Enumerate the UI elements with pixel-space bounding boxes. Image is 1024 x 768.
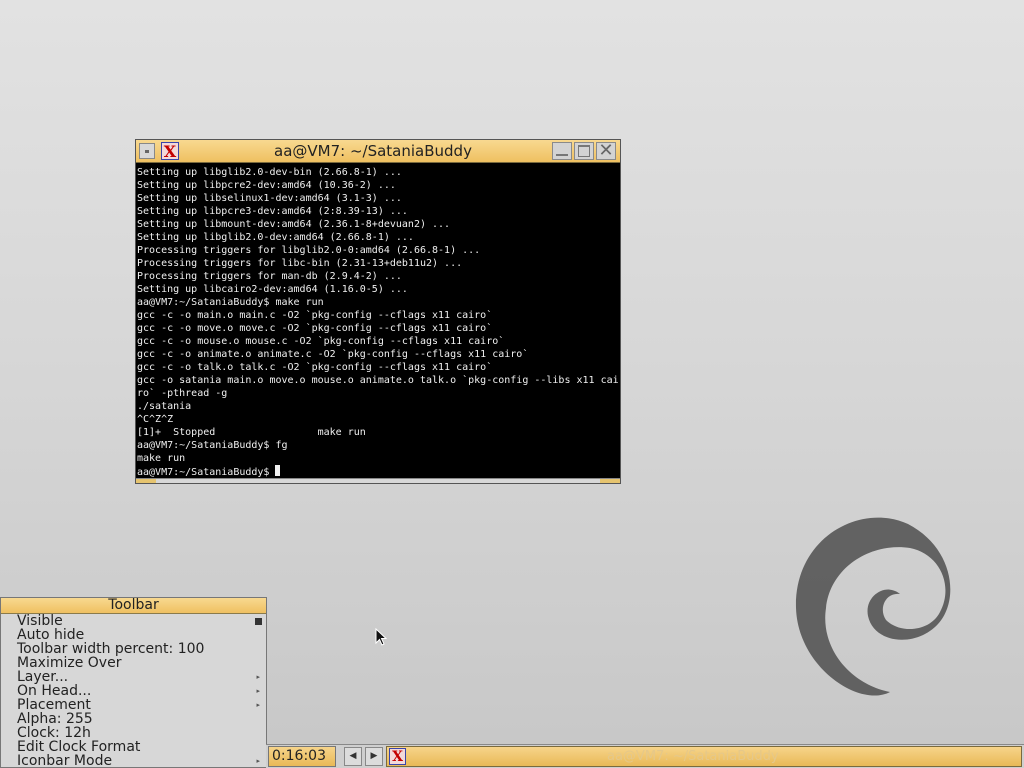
menu-item[interactable]: Placement ▸ [1, 698, 266, 712]
menu-title: Toolbar [1, 598, 266, 614]
text-cursor [275, 465, 281, 476]
menu-item[interactable]: Layer... ▸ [1, 670, 266, 684]
terminal-line: ro` -pthread -g [137, 388, 228, 399]
terminal-line: Setting up libcairo2-dev:amd64 (1.16.0-5… [137, 284, 408, 295]
terminal-line: make run [137, 453, 186, 464]
menu-item[interactable]: On Head... ▸ [1, 684, 266, 698]
checked-icon [255, 618, 262, 625]
menu-item[interactable]: Auto hide [1, 628, 266, 642]
iconbar[interactable]: X aa@VM7: ~/SataniaBuddy [386, 746, 1022, 767]
debian-swirl-logo [795, 517, 951, 696]
menu-item[interactable]: Visible [1, 614, 266, 628]
terminal-line: aa@VM7:~/SataniaBuddy$ fg [137, 440, 288, 451]
resize-grip-right[interactable] [600, 479, 620, 483]
terminal-line: Setting up libglib2.0-dev:amd64 (2.66.8-… [137, 232, 414, 243]
terminal-window[interactable]: X aa@VM7: ~/SataniaBuddy ✕ Setting up li… [135, 139, 621, 484]
terminal-line: Processing triggers for libglib2.0-0:amd… [137, 245, 481, 256]
menu-item[interactable]: Toolbar width percent: 100 [1, 642, 266, 656]
terminal-titlebar[interactable]: X aa@VM7: ~/SataniaBuddy ✕ [136, 140, 620, 163]
task-label[interactable]: aa@VM7: ~/SataniaBuddy [607, 749, 779, 765]
resize-grip-left[interactable] [136, 479, 156, 483]
submenu-arrow-icon: ▸ [256, 701, 260, 709]
maximize-button[interactable] [574, 142, 594, 160]
terminal-prompt-line: aa@VM7:~/SataniaBuddy$ [137, 465, 619, 478]
terminal-line: ./satania [137, 401, 192, 412]
terminal-title: aa@VM7: ~/SataniaBuddy [274, 142, 472, 160]
submenu-arrow-icon: ▸ [256, 757, 260, 765]
terminal-line: Setting up libpcre2-dev:amd64 (10.36-2) … [137, 180, 396, 191]
menu-item[interactable]: Clock: 12h [1, 726, 266, 740]
toolbar: 0:16:03 ◀ ▶ X aa@VM7: ~/SataniaBuddy [266, 744, 1024, 768]
terminal-line: gcc -c -o main.o main.c -O2 `pkg-config … [137, 310, 493, 321]
terminal-line: Processing triggers for libc-bin (2.31-1… [137, 258, 463, 269]
submenu-arrow-icon: ▸ [256, 673, 260, 681]
clock[interactable]: 0:16:03 [268, 746, 336, 767]
minimize-button[interactable] [552, 142, 572, 160]
terminal-output[interactable]: Setting up libglib2.0-dev-bin (2.66.8-1)… [137, 166, 619, 478]
menu-item[interactable]: Maximize Over [1, 656, 266, 670]
window-menu-button[interactable] [139, 143, 155, 159]
next-workspace-button[interactable]: ▶ [365, 747, 383, 766]
mouse-pointer-icon [375, 628, 387, 646]
terminal-line: gcc -c -o animate.o animate.c -O2 `pkg-c… [137, 349, 529, 360]
terminal-line: Setting up libpcre3-dev:amd64 (2:8.39-13… [137, 206, 408, 217]
terminal-line: ^C^Z^Z [137, 414, 174, 425]
terminal-line: Setting up libglib2.0-dev-bin (2.66.8-1)… [137, 167, 402, 178]
terminal-line: Processing triggers for man-db (2.9.4-2)… [137, 271, 402, 282]
terminal-line: Setting up libmount-dev:amd64 (2.36.1-8+… [137, 219, 451, 230]
prev-workspace-button[interactable]: ◀ [344, 747, 362, 766]
xterm-task-icon[interactable]: X [389, 748, 406, 765]
terminal-line: aa@VM7:~/SataniaBuddy$ make run [137, 297, 324, 308]
window-bottom-handle[interactable] [136, 478, 620, 483]
toolbar-menu: Toolbar Visible Auto hide Toolbar width pe… [0, 597, 267, 768]
menu-item[interactable]: Edit Clock Format [1, 740, 266, 754]
terminal-line: gcc -c -o mouse.o mouse.c -O2 `pkg-confi… [137, 336, 505, 347]
terminal-line: gcc -o satania main.o move.o mouse.o ani… [137, 375, 619, 386]
terminal-line: gcc -c -o move.o move.c -O2 `pkg-config … [137, 323, 493, 334]
terminal-line: Setting up libselinux1-dev:amd64 (3.1-3)… [137, 193, 402, 204]
close-button[interactable]: ✕ [596, 142, 616, 160]
terminal-line: [1]+ Stopped make run [137, 427, 366, 438]
menu-item-label: Iconbar Mode [17, 753, 113, 768]
submenu-arrow-icon: ▸ [256, 687, 260, 695]
terminal-line: gcc -c -o talk.o talk.c -O2 `pkg-config … [137, 362, 493, 373]
menu-item[interactable]: Alpha: 255 [1, 712, 266, 726]
terminal-prompt: aa@VM7:~/SataniaBuddy$ [137, 467, 276, 478]
menu-item[interactable]: Iconbar Mode ▸ [1, 753, 266, 768]
xterm-icon: X [161, 142, 179, 161]
